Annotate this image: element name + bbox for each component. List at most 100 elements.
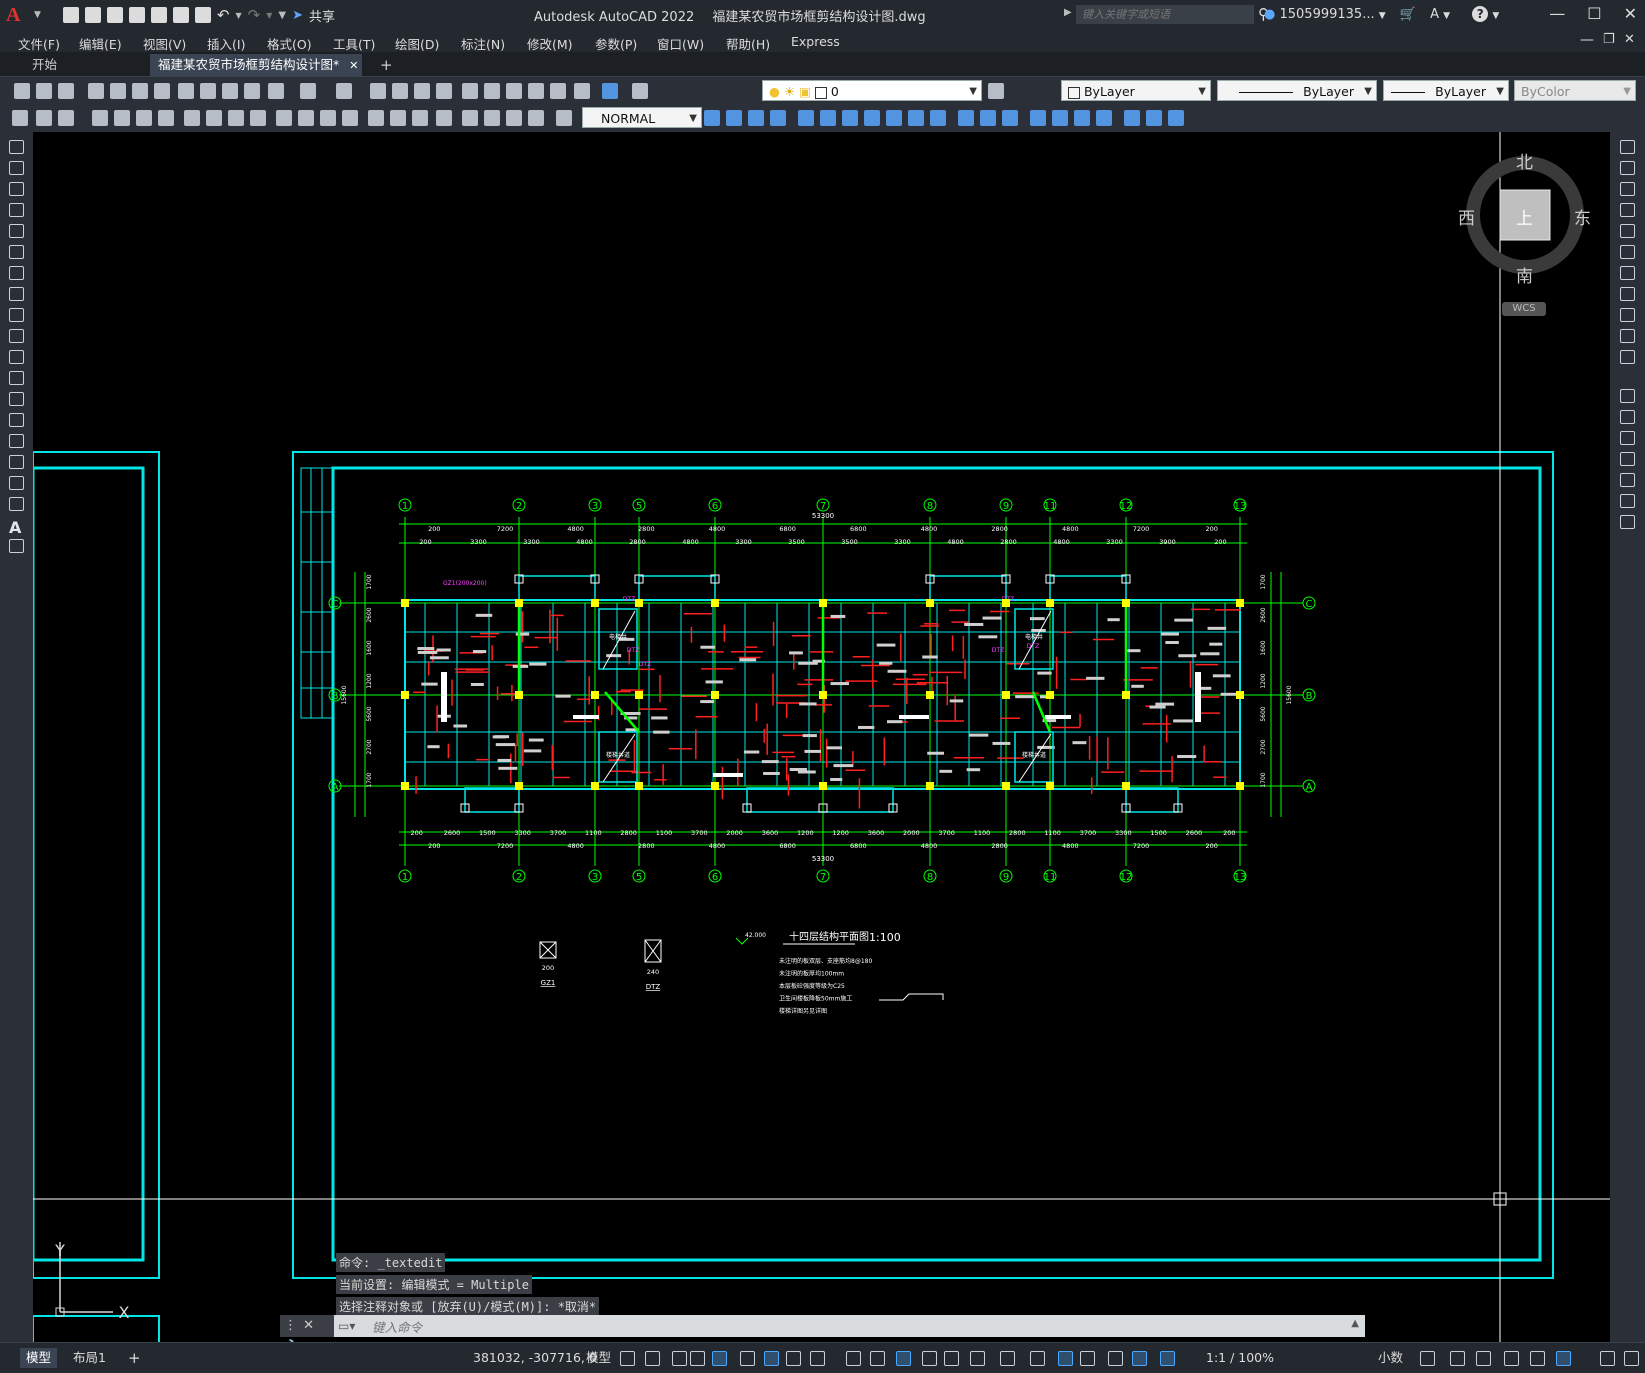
object-snap-status-icon[interactable] bbox=[810, 1351, 825, 1366]
erase-icon[interactable] bbox=[1620, 140, 1635, 154]
3d-subtract-icon[interactable] bbox=[726, 110, 742, 126]
gizmo-status-icon[interactable] bbox=[1000, 1351, 1015, 1366]
units-selector[interactable]: 小数 bbox=[1372, 1348, 1409, 1368]
doc-close-icon[interactable]: ✕ bbox=[1624, 32, 1635, 47]
polar-status-icon[interactable] bbox=[740, 1351, 755, 1366]
revolve-icon[interactable] bbox=[820, 110, 836, 126]
blend-curves-icon[interactable] bbox=[1620, 494, 1635, 508]
command-line-handle[interactable]: ⋮ ✕ 🔧 bbox=[280, 1315, 334, 1355]
3d-osnap-status-icon[interactable] bbox=[922, 1351, 937, 1366]
extract-edges-icon[interactable] bbox=[1168, 110, 1184, 126]
annotation-scale-status-icon[interactable] bbox=[1080, 1351, 1095, 1366]
linetype-dropdown[interactable]: ByLayer ▼ bbox=[1217, 80, 1377, 101]
pan-icon[interactable] bbox=[370, 83, 386, 99]
menu-express[interactable]: Express bbox=[791, 34, 840, 49]
break-at-point-icon[interactable] bbox=[1620, 389, 1635, 403]
grip-icon[interactable]: ⋮ bbox=[284, 1318, 297, 1333]
save-icon[interactable] bbox=[106, 7, 123, 23]
save-to-web-icon[interactable] bbox=[172, 7, 189, 23]
dynamic-ucs-status-icon[interactable] bbox=[944, 1351, 959, 1366]
compass-north[interactable]: 北 bbox=[1516, 148, 1533, 173]
grid-status-icon[interactable] bbox=[1600, 1351, 1615, 1366]
jogged-dim-icon[interactable] bbox=[206, 110, 222, 126]
auto-scale-status-icon[interactable] bbox=[1058, 1351, 1073, 1366]
add-selected-icon[interactable] bbox=[9, 539, 24, 553]
annotation-scale[interactable]: 1:1 / 100% bbox=[1200, 1348, 1280, 1368]
dim-text-edit-icon[interactable] bbox=[506, 110, 522, 126]
doc-minimize-icon[interactable]: — bbox=[1580, 32, 1594, 48]
thicken-icon[interactable] bbox=[1096, 110, 1112, 126]
convert-to-solid-icon[interactable] bbox=[1124, 110, 1140, 126]
loft-icon[interactable] bbox=[864, 110, 880, 126]
gradient-icon[interactable] bbox=[9, 455, 24, 469]
tool-palettes-icon[interactable] bbox=[506, 83, 522, 99]
menu-help[interactable]: 帮助(H) bbox=[726, 34, 770, 53]
chamfer-edge-icon[interactable] bbox=[1002, 110, 1018, 126]
menu-tools[interactable]: 工具(T) bbox=[333, 34, 375, 53]
section-plane-icon[interactable] bbox=[930, 110, 946, 126]
baseline-dim-icon[interactable] bbox=[298, 110, 314, 126]
zoom-realtime-icon[interactable] bbox=[392, 83, 408, 99]
slice-icon[interactable] bbox=[886, 110, 902, 126]
cart-icon[interactable]: 🛒 bbox=[1400, 7, 1416, 22]
separate-icon[interactable] bbox=[1052, 110, 1068, 126]
presspull-icon[interactable] bbox=[798, 110, 814, 126]
menu-view[interactable]: 视图(V) bbox=[143, 34, 186, 53]
sweep-icon[interactable] bbox=[842, 110, 858, 126]
markup-icon[interactable] bbox=[550, 83, 566, 99]
join-icon[interactable] bbox=[1620, 431, 1635, 445]
hatch-icon[interactable] bbox=[9, 434, 24, 448]
ellipse-icon[interactable] bbox=[9, 329, 24, 343]
doc-restore-icon[interactable]: ❐ bbox=[1603, 32, 1615, 47]
publish-icon[interactable] bbox=[132, 83, 148, 99]
tab-model[interactable]: 模型 bbox=[20, 1348, 58, 1368]
shell-icon[interactable] bbox=[1030, 110, 1046, 126]
3d-union-icon[interactable] bbox=[704, 110, 720, 126]
share-icon[interactable]: ➤ bbox=[292, 8, 303, 23]
polygon-icon[interactable] bbox=[9, 203, 24, 217]
new-icon[interactable] bbox=[14, 83, 30, 99]
inspect-icon[interactable] bbox=[436, 110, 452, 126]
lock-ui-status-icon[interactable] bbox=[1450, 1351, 1465, 1366]
help-button[interactable]: ? bbox=[1472, 6, 1489, 22]
menu-window[interactable]: 窗口(W) bbox=[657, 34, 704, 53]
scale-icon[interactable] bbox=[1620, 287, 1635, 301]
dim-break-icon[interactable] bbox=[368, 110, 384, 126]
layer-match-icon[interactable] bbox=[12, 110, 28, 126]
layer-dropdown[interactable]: ● ☀ ▣ 0 ▼ bbox=[762, 80, 982, 101]
aligned-dim-icon[interactable] bbox=[114, 110, 130, 126]
match-properties-icon[interactable] bbox=[244, 83, 260, 99]
snap-status-icon[interactable] bbox=[1624, 1351, 1639, 1366]
dimstyle-dropdown[interactable]: NORMAL ▼ bbox=[582, 107, 702, 128]
snap-status-icon[interactable] bbox=[645, 1351, 660, 1366]
grid-status-icon[interactable] bbox=[620, 1351, 635, 1366]
redo-chevron-icon[interactable]: ▼ bbox=[266, 11, 272, 20]
dim-style-icon[interactable] bbox=[556, 110, 572, 126]
arc-length-dim-icon[interactable] bbox=[136, 110, 152, 126]
explode-icon[interactable] bbox=[1620, 515, 1635, 529]
fillet-edge-icon[interactable] bbox=[980, 110, 996, 126]
extrude-icon[interactable] bbox=[770, 110, 786, 126]
point-icon[interactable] bbox=[9, 413, 24, 427]
layer-isolate-icon[interactable] bbox=[58, 110, 74, 126]
chamfer-icon[interactable] bbox=[1620, 452, 1635, 466]
compass-west[interactable]: 西 bbox=[1458, 204, 1475, 229]
spline-icon[interactable] bbox=[9, 308, 24, 322]
3d-print-icon[interactable] bbox=[154, 83, 170, 99]
plot-icon[interactable] bbox=[194, 7, 211, 23]
rectangle-icon[interactable] bbox=[9, 224, 24, 238]
isodraft-status-icon[interactable] bbox=[764, 1351, 779, 1366]
properties-icon[interactable] bbox=[462, 83, 478, 99]
minimize-icon[interactable]: — bbox=[1549, 4, 1565, 23]
wcs-menu-button[interactable]: WCS bbox=[1502, 302, 1546, 316]
tab-layout1[interactable]: 布局1 bbox=[67, 1348, 112, 1368]
diameter-dim-icon[interactable] bbox=[228, 110, 244, 126]
menu-insert[interactable]: 插入(I) bbox=[207, 34, 245, 53]
quick-dim-icon[interactable] bbox=[276, 110, 292, 126]
plot-icon[interactable] bbox=[88, 83, 104, 99]
table-icon[interactable] bbox=[9, 497, 24, 511]
quick-properties-status-icon[interactable] bbox=[1420, 1351, 1435, 1366]
menu-modify[interactable]: 修改(M) bbox=[527, 34, 573, 53]
arc-icon[interactable] bbox=[9, 245, 24, 259]
compass-east[interactable]: 东 bbox=[1574, 204, 1591, 229]
